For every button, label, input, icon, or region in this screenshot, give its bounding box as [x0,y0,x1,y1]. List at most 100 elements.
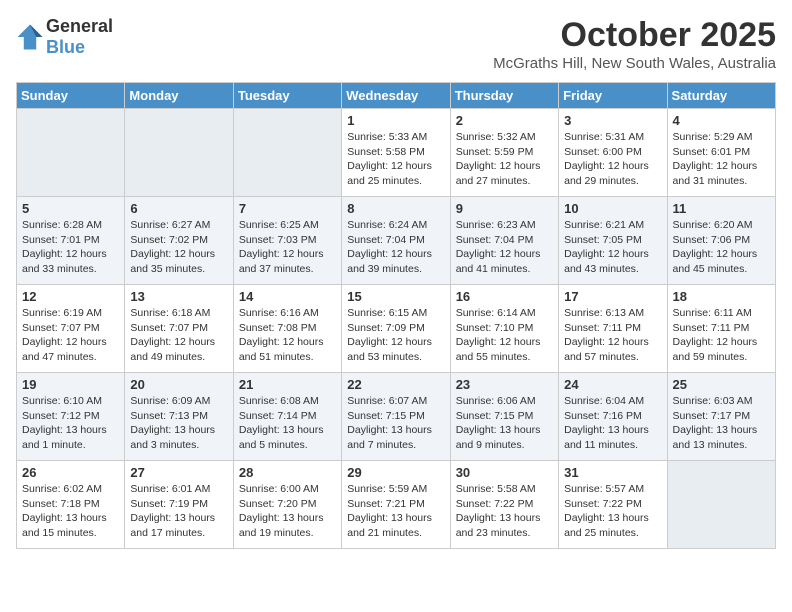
day-number: 21 [239,377,336,392]
day-header-monday: Monday [125,83,233,109]
day-info: Sunrise: 5:29 AM Sunset: 6:01 PM Dayligh… [673,130,770,189]
calendar-cell: 16 Sunrise: 6:14 AM Sunset: 7:10 PM Dayli… [450,285,558,373]
calendar-cell: 1 Sunrise: 5:33 AM Sunset: 5:58 PM Daylig… [342,109,450,197]
calendar-cell: 20 Sunrise: 6:09 AM Sunset: 7:13 PM Dayli… [125,373,233,461]
day-number: 10 [564,201,661,216]
month-title: October 2025 [493,16,776,55]
day-number: 16 [456,289,553,304]
day-header-tuesday: Tuesday [233,83,341,109]
day-info: Sunrise: 5:32 AM Sunset: 5:59 PM Dayligh… [456,130,553,189]
day-info: Sunrise: 6:08 AM Sunset: 7:14 PM Dayligh… [239,394,336,453]
calendar-cell: 5 Sunrise: 6:28 AM Sunset: 7:01 PM Daylig… [17,197,125,285]
day-header-saturday: Saturday [667,83,775,109]
logo-icon [16,23,44,51]
day-number: 28 [239,465,336,480]
day-info: Sunrise: 6:24 AM Sunset: 7:04 PM Dayligh… [347,218,444,277]
calendar-cell: 12 Sunrise: 6:19 AM Sunset: 7:07 PM Dayli… [17,285,125,373]
page-header: General Blue October 2025 McGraths Hill,… [16,16,776,72]
calendar-cell: 27 Sunrise: 6:01 AM Sunset: 7:19 PM Dayli… [125,461,233,549]
day-number: 26 [22,465,119,480]
day-number: 27 [130,465,227,480]
day-info: Sunrise: 6:00 AM Sunset: 7:20 PM Dayligh… [239,482,336,541]
day-number: 25 [673,377,770,392]
day-header-friday: Friday [559,83,667,109]
calendar-cell: 24Sunrise: 6:04 AM Sunset: 7:16 PM Dayli… [559,373,667,461]
day-number: 24 [564,377,661,392]
calendar-cell: 21 Sunrise: 6:08 AM Sunset: 7:14 PM Dayli… [233,373,341,461]
day-info: Sunrise: 6:15 AM Sunset: 7:09 PM Dayligh… [347,306,444,365]
calendar-cell: 22 Sunrise: 6:07 AM Sunset: 7:15 PM Dayli… [342,373,450,461]
day-number: 12 [22,289,119,304]
day-info: Sunrise: 6:03 AM Sunset: 7:17 PM Dayligh… [673,394,770,453]
calendar-cell: 13 Sunrise: 6:18 AM Sunset: 7:07 PM Dayli… [125,285,233,373]
day-info: Sunrise: 6:07 AM Sunset: 7:15 PM Dayligh… [347,394,444,453]
calendar-cell: 30Sunrise: 5:58 AM Sunset: 7:22 PM Dayli… [450,461,558,549]
day-info: Sunrise: 6:20 AM Sunset: 7:06 PM Dayligh… [673,218,770,277]
calendar-cell: 11 Sunrise: 6:20 AM Sunset: 7:06 PM Dayli… [667,197,775,285]
day-number: 6 [130,201,227,216]
day-number: 11 [673,201,770,216]
week-row-5: 26 Sunrise: 6:02 AM Sunset: 7:18 PM Dayli… [17,461,776,549]
calendar-cell: 28 Sunrise: 6:00 AM Sunset: 7:20 PM Dayli… [233,461,341,549]
day-number: 22 [347,377,444,392]
calendar-cell: 4 Sunrise: 5:29 AM Sunset: 6:01 PM Daylig… [667,109,775,197]
day-header-sunday: Sunday [17,83,125,109]
week-row-4: 19 Sunrise: 6:10 AM Sunset: 7:12 PM Dayli… [17,373,776,461]
calendar-cell: 9Sunrise: 6:23 AM Sunset: 7:04 PM Daylig… [450,197,558,285]
header-row: SundayMondayTuesdayWednesdayThursdayFrid… [17,83,776,109]
calendar-cell: 3Sunrise: 5:31 AM Sunset: 6:00 PM Daylig… [559,109,667,197]
week-row-1: 1 Sunrise: 5:33 AM Sunset: 5:58 PM Daylig… [17,109,776,197]
day-number: 29 [347,465,444,480]
calendar-cell: 23Sunrise: 6:06 AM Sunset: 7:15 PM Dayli… [450,373,558,461]
calendar-cell: 6 Sunrise: 6:27 AM Sunset: 7:02 PM Daylig… [125,197,233,285]
day-info: Sunrise: 6:14 AM Sunset: 7:10 PM Dayligh… [456,306,553,365]
day-number: 7 [239,201,336,216]
calendar-cell [125,109,233,197]
day-number: 18 [673,289,770,304]
day-number: 30 [456,465,553,480]
calendar-cell: 15 Sunrise: 6:15 AM Sunset: 7:09 PM Dayli… [342,285,450,373]
calendar-table: SundayMondayTuesdayWednesdayThursdayFrid… [16,82,776,549]
day-number: 9 [456,201,553,216]
day-number: 19 [22,377,119,392]
calendar-cell: 10Sunrise: 6:21 AM Sunset: 7:05 PM Dayli… [559,197,667,285]
day-info: Sunrise: 6:18 AM Sunset: 7:07 PM Dayligh… [130,306,227,365]
calendar-cell: 7 Sunrise: 6:25 AM Sunset: 7:03 PM Daylig… [233,197,341,285]
day-number: 15 [347,289,444,304]
day-info: Sunrise: 5:33 AM Sunset: 5:58 PM Dayligh… [347,130,444,189]
day-info: Sunrise: 6:28 AM Sunset: 7:01 PM Dayligh… [22,218,119,277]
day-info: Sunrise: 6:09 AM Sunset: 7:13 PM Dayligh… [130,394,227,453]
day-info: Sunrise: 6:11 AM Sunset: 7:11 PM Dayligh… [673,306,770,365]
day-number: 20 [130,377,227,392]
day-number: 3 [564,113,661,128]
day-info: Sunrise: 5:59 AM Sunset: 7:21 PM Dayligh… [347,482,444,541]
day-number: 31 [564,465,661,480]
day-info: Sunrise: 6:27 AM Sunset: 7:02 PM Dayligh… [130,218,227,277]
day-number: 8 [347,201,444,216]
week-row-2: 5 Sunrise: 6:28 AM Sunset: 7:01 PM Daylig… [17,197,776,285]
day-number: 5 [22,201,119,216]
day-number: 2 [456,113,553,128]
title-block: October 2025 McGraths Hill, New South Wa… [493,16,776,72]
day-info: Sunrise: 6:10 AM Sunset: 7:12 PM Dayligh… [22,394,119,453]
day-header-wednesday: Wednesday [342,83,450,109]
day-info: Sunrise: 6:19 AM Sunset: 7:07 PM Dayligh… [22,306,119,365]
day-info: Sunrise: 5:57 AM Sunset: 7:22 PM Dayligh… [564,482,661,541]
week-row-3: 12 Sunrise: 6:19 AM Sunset: 7:07 PM Dayli… [17,285,776,373]
calendar-cell: 14 Sunrise: 6:16 AM Sunset: 7:08 PM Dayli… [233,285,341,373]
day-info: Sunrise: 6:02 AM Sunset: 7:18 PM Dayligh… [22,482,119,541]
day-info: Sunrise: 6:25 AM Sunset: 7:03 PM Dayligh… [239,218,336,277]
calendar-cell: 29 Sunrise: 5:59 AM Sunset: 7:21 PM Dayli… [342,461,450,549]
day-info: Sunrise: 6:01 AM Sunset: 7:19 PM Dayligh… [130,482,227,541]
day-number: 4 [673,113,770,128]
day-number: 14 [239,289,336,304]
calendar-cell: 8 Sunrise: 6:24 AM Sunset: 7:04 PM Daylig… [342,197,450,285]
day-number: 23 [456,377,553,392]
day-number: 13 [130,289,227,304]
calendar-cell: 18 Sunrise: 6:11 AM Sunset: 7:11 PM Dayli… [667,285,775,373]
calendar-cell: 19 Sunrise: 6:10 AM Sunset: 7:12 PM Dayli… [17,373,125,461]
calendar-cell: 2 Sunrise: 5:32 AM Sunset: 5:59 PM Daylig… [450,109,558,197]
day-info: Sunrise: 6:16 AM Sunset: 7:08 PM Dayligh… [239,306,336,365]
day-number: 1 [347,113,444,128]
day-header-thursday: Thursday [450,83,558,109]
